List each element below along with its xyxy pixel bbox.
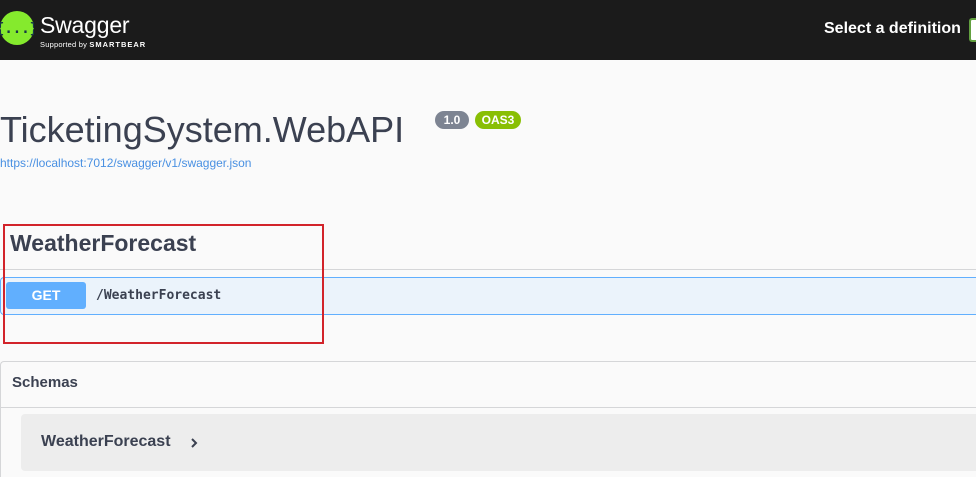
svg-text:{...}: {...}	[0, 21, 34, 37]
oas-badge: OAS3	[475, 111, 521, 129]
logo-sub-brand: SMARTBEAR	[89, 40, 147, 49]
logo-subtitle: Supported by SMARTBEAR	[40, 40, 146, 49]
schemas-section: Schemas WeatherForecast	[0, 361, 976, 477]
definition-select[interactable]	[969, 18, 976, 42]
select-definition-label: Select a definition	[824, 20, 961, 37]
tag-divider	[0, 269, 976, 270]
operation-get-weatherforecast[interactable]: GET /WeatherForecast	[0, 277, 976, 315]
chevron-right-icon[interactable]	[188, 437, 200, 449]
operation-path: /WeatherForecast	[96, 288, 222, 303]
api-title: TicketingSystem.WebAPI	[0, 109, 405, 150]
logo-name[interactable]: Swagger	[40, 11, 130, 39]
model-name: WeatherForecast	[41, 433, 171, 450]
version-badge: 1.0	[435, 111, 469, 129]
schemas-divider	[1, 407, 976, 408]
schemas-title[interactable]: Schemas	[12, 374, 78, 391]
top-bar: {...} Swagger Supported by SMARTBEAR Sel…	[0, 0, 976, 60]
swagger-logo-icon[interactable]: {...}	[0, 11, 34, 45]
spec-url-link[interactable]: https://localhost:7012/swagger/v1/swagge…	[0, 156, 251, 170]
logo-sub-prefix: Supported by	[40, 40, 88, 49]
model-weatherforecast[interactable]: WeatherForecast	[21, 414, 976, 471]
method-badge-get: GET	[6, 282, 86, 309]
tag-weatherforecast-title[interactable]: WeatherForecast	[10, 230, 196, 257]
